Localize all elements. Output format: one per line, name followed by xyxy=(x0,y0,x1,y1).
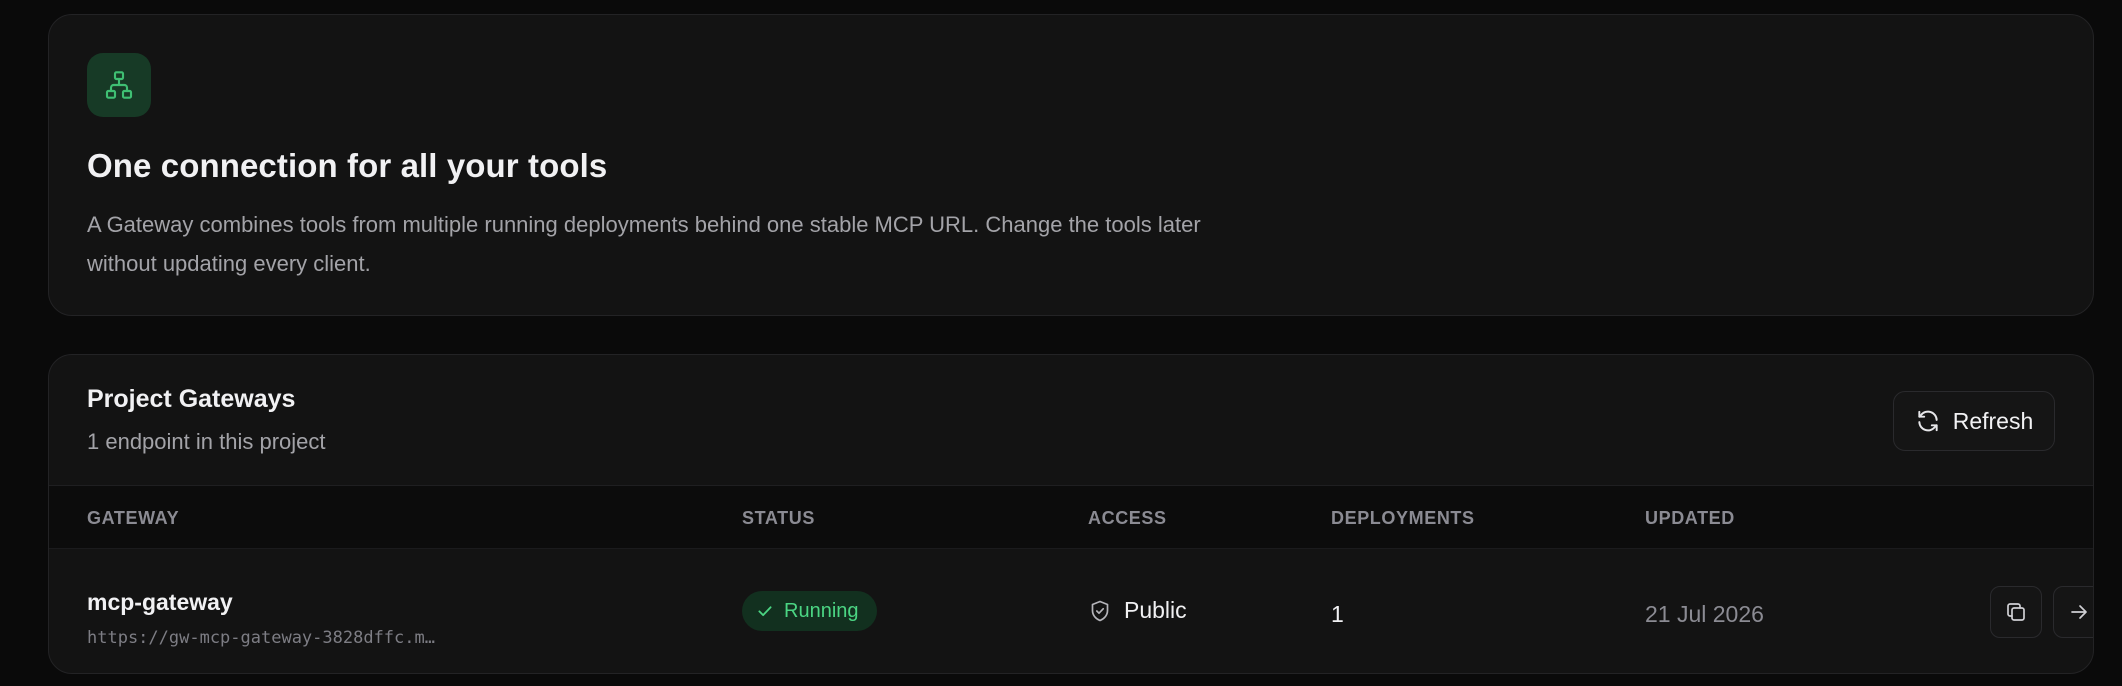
intro-title: One connection for all your tools xyxy=(87,147,608,184)
updated-date: 21 Jul 2026 xyxy=(1645,601,1764,627)
column-header-gateway: GATEWAY xyxy=(87,508,180,528)
table-row[interactable]: mcp-gateway https://gw-mcp-gateway-3828d… xyxy=(49,549,2093,673)
shield-check-icon xyxy=(1088,599,1112,623)
gateway-name[interactable]: mcp-gateway xyxy=(87,589,233,616)
gateway-url: https://gw-mcp-gateway-3828dffc.m… xyxy=(87,628,435,648)
open-gateway-button[interactable] xyxy=(2053,586,2093,638)
access-value: Public xyxy=(1088,597,1187,624)
table-header: GATEWAY STATUS ACCESS DEPLOYMENTS UPDATE… xyxy=(49,485,2093,549)
refresh-icon xyxy=(1915,408,1941,434)
column-header-deployments: DEPLOYMENTS xyxy=(1331,508,1475,528)
intro-card: One connection for all your tools A Gate… xyxy=(48,14,2094,316)
section-subtitle: 1 endpoint in this project xyxy=(87,429,326,454)
status-label: Running xyxy=(784,599,859,622)
copy-url-button[interactable] xyxy=(1990,586,2042,638)
arrow-right-icon xyxy=(2067,600,2091,624)
intro-description: A Gateway combines tools from multiple r… xyxy=(87,212,1201,276)
column-header-status: STATUS xyxy=(742,508,815,528)
refresh-button[interactable]: Refresh xyxy=(1893,391,2055,451)
section-title: Project Gateways xyxy=(87,385,296,413)
project-gateways-card: Project Gateways 1 endpoint in this proj… xyxy=(48,354,2094,674)
status-badge: Running xyxy=(742,591,877,631)
check-icon xyxy=(756,602,774,620)
sitemap-icon xyxy=(87,53,151,117)
column-header-access: ACCESS xyxy=(1088,508,1167,528)
refresh-label: Refresh xyxy=(1952,407,2034,434)
access-label: Public xyxy=(1124,597,1187,623)
deployments-count: 1 xyxy=(1331,601,1344,627)
column-header-updated: UPDATED xyxy=(1645,508,1735,528)
copy-icon xyxy=(2004,600,2028,624)
